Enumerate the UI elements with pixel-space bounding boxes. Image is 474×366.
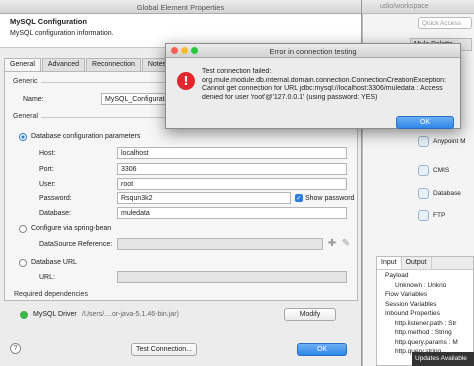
driver-ok-icon xyxy=(20,311,28,319)
error-message: Test connection failed: org.mule.module.… xyxy=(202,68,446,101)
palette-item-database[interactable]: Database xyxy=(418,184,472,202)
ide-workspace-path: udio/workspace xyxy=(380,3,429,10)
add-icon[interactable]: ✚ xyxy=(327,239,337,249)
tab-general[interactable]: General xyxy=(4,58,41,71)
host-label: Host: xyxy=(39,150,56,157)
error-icon: ! xyxy=(177,72,195,90)
io-row[interactable]: http.method : String xyxy=(381,329,473,339)
connector-icon xyxy=(418,164,429,176)
host-field[interactable]: localhost xyxy=(117,147,347,159)
tab-input[interactable]: Input xyxy=(377,257,402,269)
driver-path: /Users/....or-java-5.1.46-bin.jar) xyxy=(82,311,179,318)
url-field[interactable] xyxy=(117,271,347,283)
test-connection-button[interactable]: Test Connection... xyxy=(131,343,197,356)
deps-section-label: Required dependencies xyxy=(14,291,88,298)
password-label: Password: xyxy=(39,195,72,202)
user-field[interactable]: root xyxy=(117,178,347,190)
database-field[interactable]: muledata xyxy=(117,207,347,219)
error-title: Error in connection testing xyxy=(269,47,357,56)
error-ok-button[interactable]: OK xyxy=(396,116,454,129)
datasource-field[interactable] xyxy=(117,238,323,250)
general-section-label: General xyxy=(13,113,38,120)
quick-access-input[interactable]: Quick Access xyxy=(418,17,472,29)
spring-bean-label: Configure via spring-bean xyxy=(31,225,112,232)
error-dialog: Error in connection testing ! Test conne… xyxy=(165,43,461,129)
modify-button[interactable]: Modify xyxy=(284,308,336,321)
io-row[interactable]: Flow Variables xyxy=(381,291,473,301)
io-row[interactable]: Inbound Properties xyxy=(381,310,473,320)
port-field[interactable]: 3306 xyxy=(117,163,347,175)
dialog-ok-button[interactable]: OK xyxy=(297,343,347,356)
io-row[interactable]: Session Variables xyxy=(381,301,473,311)
driver-label: MySQL Driver xyxy=(33,311,77,318)
palette-item-cmis[interactable]: CMIS xyxy=(418,161,472,179)
edit-icon[interactable]: ✎ xyxy=(341,239,351,249)
database-url-label: Database URL xyxy=(31,259,77,266)
ftp-icon xyxy=(418,209,429,221)
dialog-title: Global Element Properties xyxy=(0,0,361,14)
error-title-bar: Error in connection testing xyxy=(166,44,460,58)
name-label: Name: xyxy=(23,96,44,103)
password-field[interactable]: Rsqun3k2 xyxy=(117,192,291,204)
generic-section-label: Generic xyxy=(13,78,38,85)
palette-item-ftp[interactable]: FTP xyxy=(418,206,472,224)
database-url-radio[interactable] xyxy=(19,259,27,267)
show-password-checkbox[interactable]: ✓ xyxy=(295,194,303,202)
db-params-label: Database configuration parameters xyxy=(31,133,141,140)
help-icon[interactable]: ? xyxy=(10,343,21,354)
io-row[interactable]: http.listener.path : Str xyxy=(381,320,473,330)
updates-available-popup[interactable]: Updates Available xyxy=(412,352,474,366)
tab-output[interactable]: Output xyxy=(402,257,432,269)
tab-reconnection[interactable]: Reconnection xyxy=(86,58,141,71)
io-panel: Input Output Payload Unknown : Unkno Flo… xyxy=(376,256,474,366)
datasource-label: DataSource Reference: xyxy=(39,241,113,248)
spring-bean-radio[interactable] xyxy=(19,225,27,233)
io-row[interactable]: Payload xyxy=(381,272,473,282)
io-row[interactable]: Unknown : Unkno xyxy=(381,282,473,292)
url-label: URL: xyxy=(39,274,55,281)
io-row[interactable]: http.query.params : M xyxy=(381,339,473,349)
config-tabs: General Advanced Reconnection Notes xyxy=(4,58,173,71)
db-params-radio[interactable] xyxy=(19,133,27,141)
connector-icon xyxy=(418,135,429,147)
database-label: Database: xyxy=(39,210,71,217)
palette-item-anypoint[interactable]: Anypoint M xyxy=(418,132,472,150)
user-label: User: xyxy=(39,181,56,188)
header-subtitle: MySQL configuration information. xyxy=(10,30,114,37)
header-title: MySQL Configuration xyxy=(10,17,87,26)
database-icon xyxy=(418,187,429,199)
show-password-label: Show password xyxy=(305,195,355,202)
port-label: Port: xyxy=(39,166,54,173)
tab-advanced[interactable]: Advanced xyxy=(41,58,86,71)
